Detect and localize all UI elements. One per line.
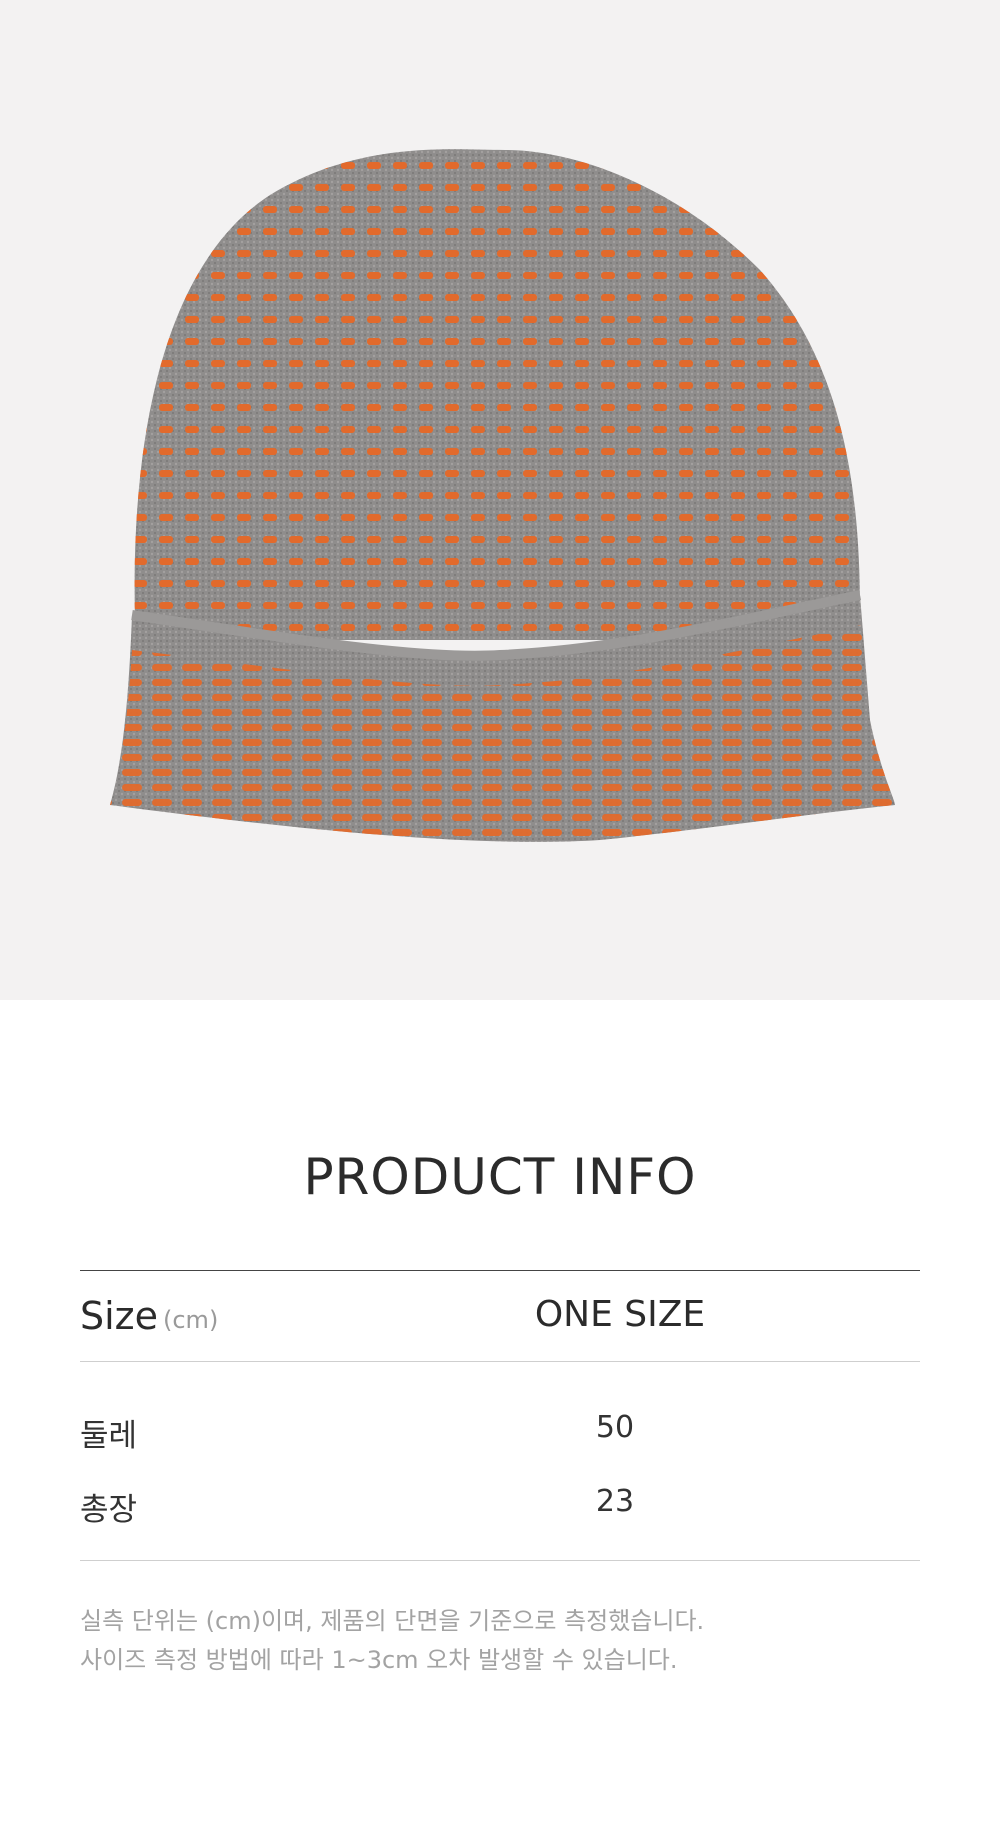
tolerance-note: 사이즈 측정 방법에 따라 1~3cm 오차 발생할 수 있습니다. — [80, 1646, 678, 1674]
size-label: Size — [80, 1294, 159, 1338]
size-unit: (cm) — [163, 1306, 219, 1334]
measurement-value-length: 23 — [595, 1484, 635, 1519]
table-top-divider — [80, 1270, 920, 1271]
product-photo — [0, 0, 1000, 1000]
size-value: ONE SIZE — [534, 1294, 706, 1335]
table-bottom-divider — [80, 1560, 920, 1561]
measurement-value-circumference: 50 — [595, 1410, 635, 1445]
table-header-divider — [80, 1361, 920, 1362]
measurement-label-length: 총장 — [80, 1492, 138, 1528]
product-info-title: PRODUCT INFO — [303, 1148, 697, 1206]
knit-beanie-icon — [110, 149, 895, 842]
measurement-label-circumference: 둘레 — [80, 1418, 138, 1454]
measurement-note: 실측 단위는 (cm)이며, 제품의 단면을 기준으로 측정했습니다. — [80, 1607, 705, 1635]
